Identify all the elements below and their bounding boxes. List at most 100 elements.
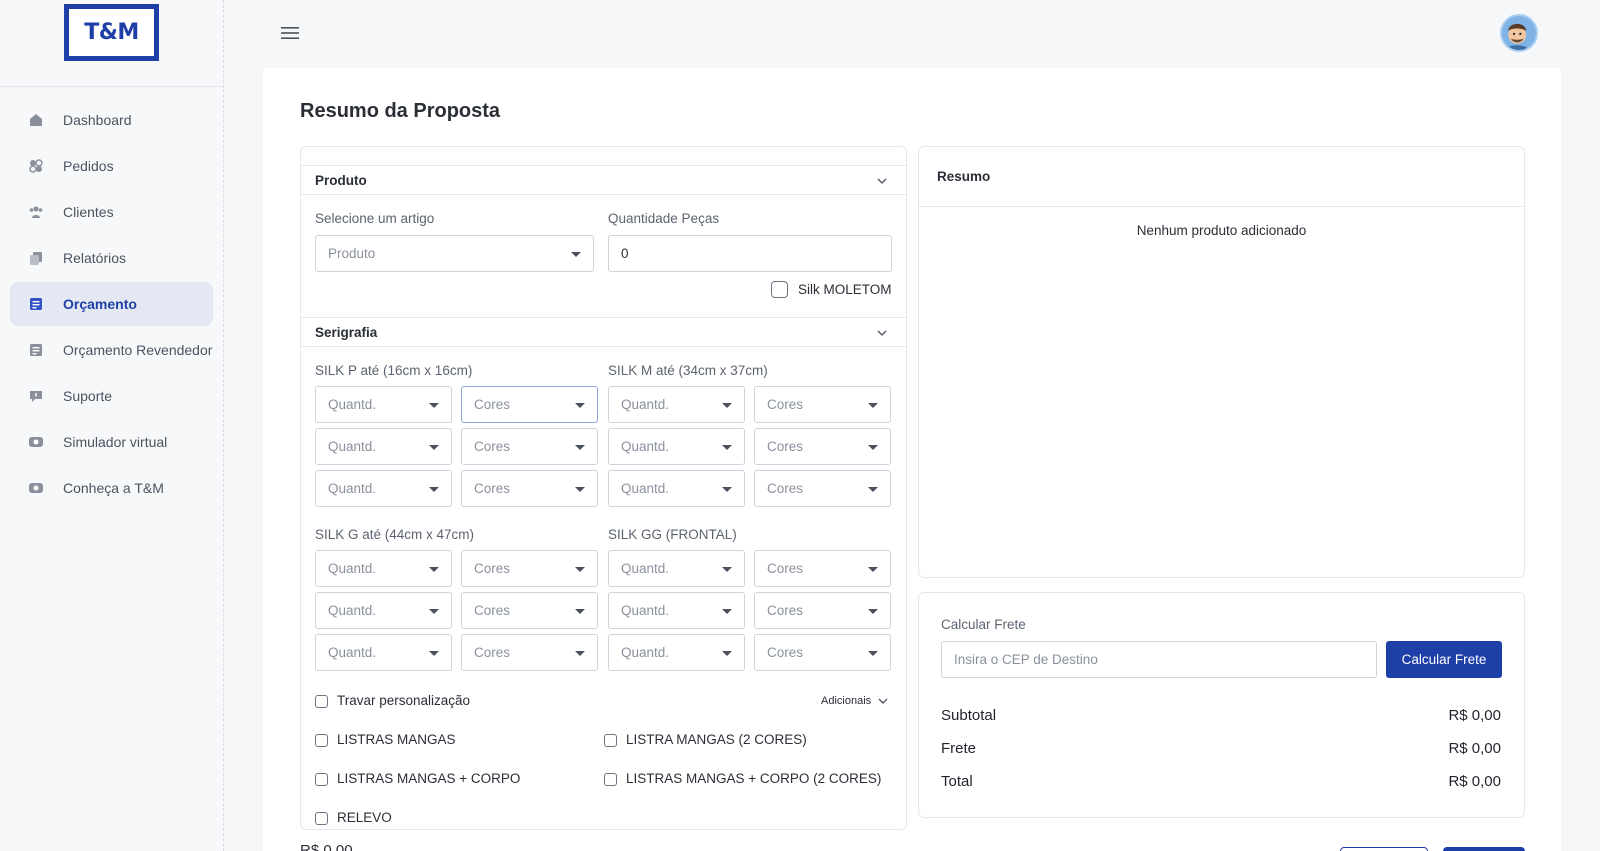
select-value: Quantd. [621,645,670,660]
caret-down-icon [575,445,585,450]
artigo-select[interactable]: Produto [315,235,594,272]
silk-p-cores-select[interactable]: Cores [461,386,598,423]
silk-m-quantidade-select[interactable]: Quantd. [608,428,745,465]
silk-m-quantidade-select[interactable]: Quantd. [608,386,745,423]
quantidade-input[interactable]: 0 [608,235,892,272]
silk-g-quantidade-select[interactable]: Quantd. [315,550,452,587]
silk-gg-quantidade-select[interactable]: Quantd. [608,592,745,629]
select-value: Quantd. [328,603,377,618]
silk-gg-cores-select[interactable]: Cores [754,592,891,629]
extra-listras-mangas-corpo-label: LISTRAS MANGAS + CORPO [337,771,521,786]
sidebar-item-orcamento-revendedor[interactable]: Orçamento Revendedor [10,328,213,372]
chevron-down-icon [878,698,888,704]
silk-p-label: SILK P até (16cm x 16cm) [315,363,473,378]
caret-down-icon [868,487,878,492]
extra-listras-mangas-corpo-2-cores-checkbox[interactable] [604,773,617,786]
logo-area: T&M [0,0,223,87]
silk-g-cores-select[interactable]: Cores [461,634,598,671]
silk-p-quantidade-select[interactable]: Quantd. [315,386,452,423]
select-value: Cores [474,645,511,660]
quantidade-label: Quantidade Peças [608,211,720,226]
menu-toggle-button[interactable] [270,16,310,50]
frete-panel: Calcular Frete Insira o CEP de Destino C… [918,592,1525,818]
extra-listra-mangas-2-cores-checkbox[interactable] [604,734,617,747]
extra-listras-mangas-corpo-checkbox[interactable] [315,773,328,786]
silk-g-cores-select[interactable]: Cores [461,550,598,587]
silk-gg-quantidade-select[interactable]: Quantd. [608,634,745,671]
sidebar-item-relatorios[interactable]: Relatórios [10,236,213,280]
home-icon [28,112,44,128]
resumo-panel: Resumo Nenhum produto adicionado [918,146,1525,578]
caret-down-icon [722,487,732,492]
caret-down-icon [722,651,732,656]
select-value: Cores [474,603,511,618]
frete-row: Frete R$ 0,00 [941,740,1501,757]
silk-g-label: SILK G até (44cm x 47cm) [315,527,475,542]
caret-down-icon [429,445,439,450]
sidebar-item-simulador[interactable]: Simulador virtual [10,420,213,464]
avatar-face-icon [1505,23,1529,50]
travar-personalizacao-checkbox[interactable] [315,695,328,708]
sidebar: T&M Dashboard Pedidos Clientes Relatório… [0,0,224,851]
cep-input[interactable]: Insira o CEP de Destino [941,641,1377,678]
sidebar-item-orcamento[interactable]: Orçamento [10,282,213,326]
select-value: Cores [767,645,804,660]
silk-gg-quantidade-select[interactable]: Quantd. [608,550,745,587]
silk-g-cores-select[interactable]: Cores [461,592,598,629]
adicionais-toggle[interactable]: Adicionais [821,695,889,707]
main-card: Resumo da Proposta Produto Selecione um … [263,68,1561,851]
silk-g-quantidade-select[interactable]: Quantd. [315,634,452,671]
silk-p-quantidade-select[interactable]: Quantd. [315,428,452,465]
silk-m-cores-select[interactable]: Cores [754,386,891,423]
silk-p-cores-select[interactable]: Cores [461,428,598,465]
silk-m-cores-select[interactable]: Cores [754,470,891,507]
sidebar-item-clientes[interactable]: Clientes [10,190,213,234]
silk-m-quantidade-select[interactable]: Quantd. [608,470,745,507]
extra-relevo-checkbox[interactable] [315,812,328,825]
select-value: Cores [474,561,511,576]
caret-down-icon [575,567,585,572]
caret-down-icon [722,609,732,614]
section-produto-header[interactable]: Produto [301,165,906,195]
sidebar-item-label: Orçamento Revendedor [63,342,213,358]
select-value: Cores [767,561,804,576]
total-label: Total [941,773,973,790]
caret-down-icon [575,609,585,614]
sidebar-item-dashboard[interactable]: Dashboard [10,98,213,142]
extra-relevo-label: RELEVO [337,810,392,825]
sidebar-nav: Dashboard Pedidos Clientes Relatórios Or… [0,87,223,510]
resumo-title: Resumo [919,147,1524,207]
silk-gg-cores-select[interactable]: Cores [754,634,891,671]
silk-moletom-checkbox[interactable] [771,281,788,298]
calcular-frete-button[interactable]: Calcular Frete [1386,641,1502,678]
artigo-select-value: Produto [328,246,376,261]
select-value: Quantd. [621,397,670,412]
select-value: Quantd. [621,603,670,618]
brand-logo-text: T&M [69,9,154,56]
silk-g-quantidade-select[interactable]: Quantd. [315,592,452,629]
sidebar-item-suporte[interactable]: Suporte [10,374,213,418]
silk-gg-cores-select[interactable]: Cores [754,550,891,587]
extra-listra-mangas-2-cores-label: LISTRA MANGAS (2 CORES) [626,732,807,747]
cep-input-placeholder: Insira o CEP de Destino [954,652,1098,667]
user-avatar[interactable] [1500,14,1538,52]
silk-m-cores-select[interactable]: Cores [754,428,891,465]
sidebar-item-conheca[interactable]: Conheça a T&M [10,466,213,510]
silk-p-cores-select[interactable]: Cores [461,470,598,507]
extra-listras-mangas-checkbox[interactable] [315,734,328,747]
footer-primary-button[interactable] [1443,847,1525,851]
select-value: Cores [767,481,804,496]
section-serigrafia-header[interactable]: Serigrafia [301,317,906,347]
caret-down-icon [429,651,439,656]
hamburger-icon [281,27,299,39]
artigo-label: Selecione um artigo [315,211,435,226]
brand-logo[interactable]: T&M [64,4,159,61]
caret-down-icon [722,403,732,408]
silk-p-quantidade-select[interactable]: Quantd. [315,470,452,507]
page-title: Resumo da Proposta [300,100,501,122]
footer-secondary-button[interactable] [1340,847,1428,851]
sidebar-item-pedidos[interactable]: Pedidos [10,144,213,188]
budget-icon [28,296,44,312]
budget-reseller-icon [28,342,44,358]
frete-total-label: Frete [941,740,977,757]
